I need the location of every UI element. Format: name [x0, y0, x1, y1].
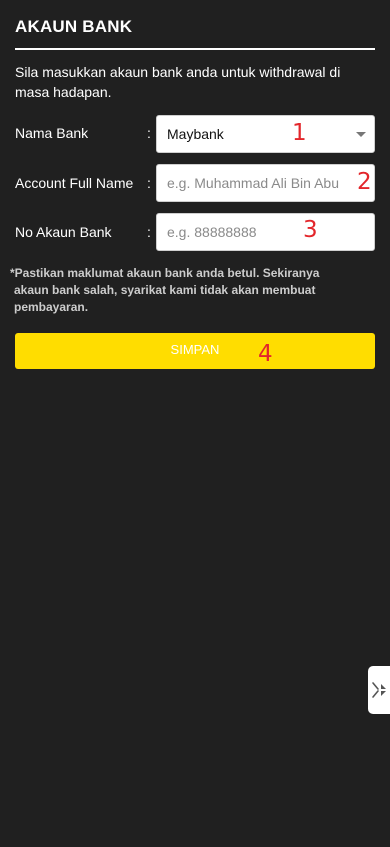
- marker-1: 1: [292, 120, 307, 146]
- bank-name-selected-value: Maybank: [167, 126, 224, 142]
- side-floating-tab[interactable]: [368, 666, 390, 714]
- bank-name-label: Nama Bank: [15, 125, 89, 141]
- bank-name-select[interactable]: Maybank: [156, 115, 375, 153]
- bank-account-screen: AKAUN BANK Sila masukkan akaun bank anda…: [0, 0, 390, 847]
- account-name-input[interactable]: [156, 164, 375, 202]
- account-number-colon: :: [147, 224, 151, 240]
- save-button[interactable]: SIMPAN: [15, 333, 375, 369]
- account-name-colon: :: [147, 175, 151, 191]
- marker-3: 3: [303, 217, 318, 243]
- caret-down-icon: [356, 132, 366, 137]
- account-number-input[interactable]: [156, 213, 375, 251]
- intro-text: Sila masukkan akaun bank anda untuk with…: [15, 64, 341, 100]
- notice-text: *Pastikan maklumat akaun bank anda betul…: [10, 265, 380, 316]
- account-number-label: No Akaun Bank: [15, 224, 112, 240]
- collapse-arrows-icon: [372, 682, 386, 698]
- account-name-label: Account Full Name: [15, 175, 134, 191]
- notice-line-1: *Pastikan maklumat akaun bank anda betul…: [10, 266, 320, 280]
- title-divider: [15, 48, 375, 50]
- bank-name-colon: :: [147, 125, 151, 141]
- notice-line-2: akaun bank salah, syarikat kami tidak ak…: [14, 283, 316, 297]
- save-button-label: SIMPAN: [170, 341, 220, 357]
- page-title: AKAUN BANK: [15, 17, 133, 36]
- notice-line-3: pembayaran.: [14, 300, 89, 314]
- marker-2: 2: [357, 169, 372, 195]
- marker-4: 4: [258, 341, 273, 367]
